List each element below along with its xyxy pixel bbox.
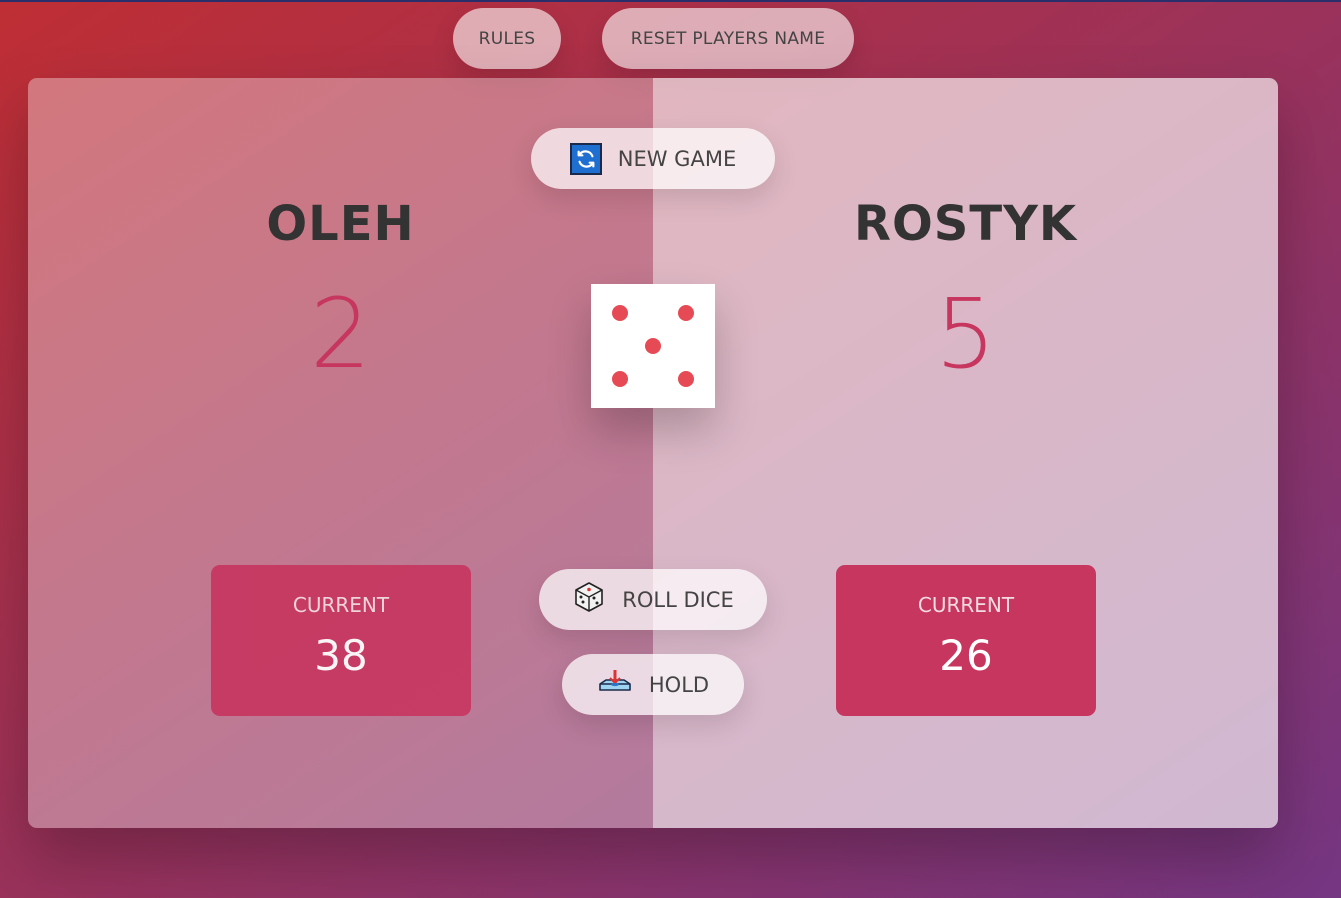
hold-label: HOLD (648, 672, 710, 697)
reset-players-name-button[interactable]: RESET PLAYERS NAME (602, 8, 854, 69)
current-score-box: CURRENT 26 (836, 565, 1096, 716)
dice-icon (572, 580, 606, 619)
dice-dot (612, 305, 628, 321)
player-total-score: 5 (934, 278, 997, 390)
refresh-icon (569, 142, 602, 175)
roll-dice-button[interactable]: ROLL DICE (539, 569, 767, 630)
player-name: ROSTYK (853, 196, 1078, 252)
current-label: CURRENT (917, 593, 1015, 617)
current-label: CURRENT (292, 593, 390, 617)
dice-dot (678, 371, 694, 387)
dice-dot (678, 305, 694, 321)
player-panel-1: OLEH 2 CURRENT 38 (28, 78, 653, 828)
player-panel-2: ROSTYK 5 CURRENT 26 (653, 78, 1278, 828)
hold-icon (597, 668, 633, 701)
new-game-label: NEW GAME (617, 146, 737, 171)
player-total-score: 2 (309, 278, 372, 390)
new-game-button[interactable]: NEW GAME (531, 128, 775, 189)
current-score-value: 38 (314, 631, 368, 680)
top-border-line (0, 0, 1341, 2)
roll-dice-label: ROLL DICE (622, 587, 734, 612)
current-score-value: 26 (939, 631, 993, 680)
game-board: OLEH 2 CURRENT 38 ROSTYK 5 CURRENT 26 (28, 78, 1278, 828)
player-name: OLEH (266, 196, 415, 252)
hold-button[interactable]: HOLD (562, 654, 744, 715)
dice-dot (612, 371, 628, 387)
rules-button[interactable]: RULES (453, 8, 561, 69)
dice (591, 284, 715, 408)
dice-dot (645, 338, 661, 354)
current-score-box: CURRENT 38 (211, 565, 471, 716)
